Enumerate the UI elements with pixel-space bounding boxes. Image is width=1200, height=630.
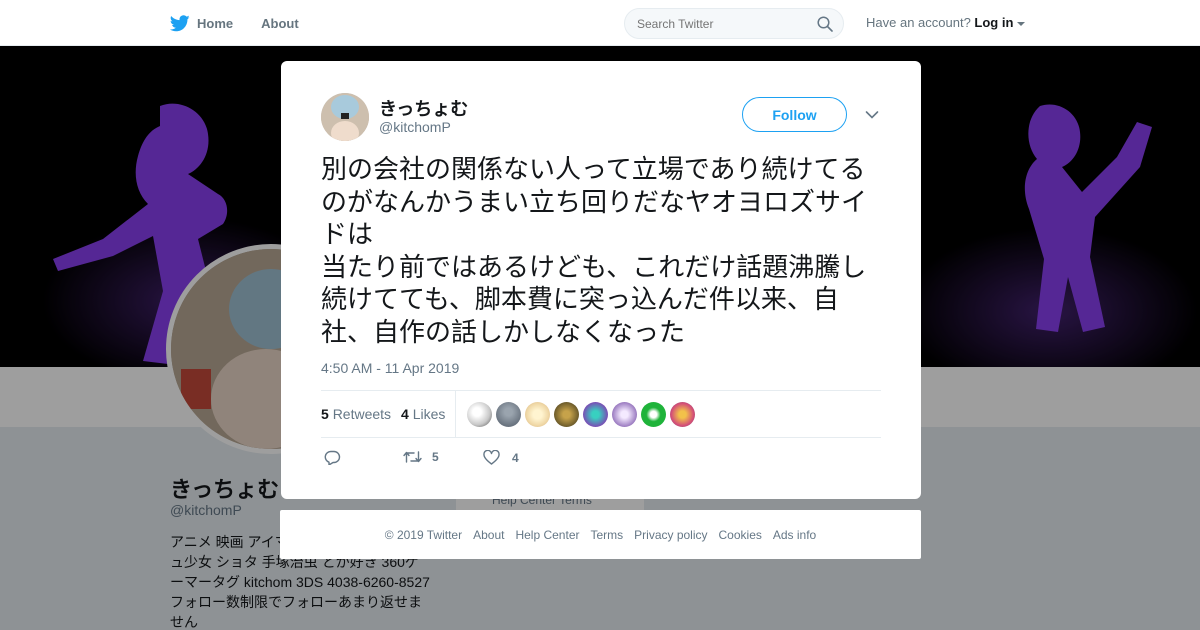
nav-about-link[interactable]: About: [261, 16, 299, 31]
chevron-down-icon[interactable]: [1017, 21, 1026, 27]
tweet-text: 別の会社の関係ない人って立場であり続けてるのがなんかうまい立ち回りだなヤオヨロズ…: [321, 154, 868, 347]
account-prompt: Have an account? Log in: [866, 15, 1026, 30]
liker-avatar[interactable]: [583, 402, 608, 427]
search-icon[interactable]: [817, 16, 833, 32]
heart-icon: [483, 450, 500, 465]
likes-stat[interactable]: 4 Likes: [401, 406, 445, 422]
liker-avatars: [467, 402, 699, 427]
like-count: 4: [512, 450, 519, 465]
liker-avatar[interactable]: [525, 402, 550, 427]
footer-link-cookies[interactable]: Cookies: [719, 528, 762, 542]
footer-link-ads-info[interactable]: Ads info: [773, 528, 816, 542]
reply-action[interactable]: [324, 450, 354, 465]
likes-label: Likes: [412, 406, 446, 422]
nav-home-label: Home: [197, 15, 234, 31]
nav-links: Home About: [170, 0, 327, 46]
top-navigation-bar: Home About Have an account? Log in: [0, 0, 1200, 46]
follow-button[interactable]: Follow: [742, 97, 847, 132]
author-handle[interactable]: @kitchomP: [379, 119, 451, 135]
login-link[interactable]: Log in: [974, 15, 1013, 30]
author-avatar-image: [321, 93, 369, 141]
footer-link-about[interactable]: About: [473, 528, 504, 542]
retweets-stat[interactable]: 5 Retweets: [321, 406, 391, 422]
modal-footer: © 2019 Twitter About Help Center Terms P…: [280, 510, 921, 559]
twitter-bird-icon: [170, 14, 190, 31]
nav-about-label: About: [261, 15, 299, 31]
retweet-action[interactable]: 5: [403, 450, 439, 464]
search-box[interactable]: [624, 8, 844, 39]
likes-count: 4: [401, 406, 409, 422]
retweets-count: 5: [321, 406, 329, 422]
tweet-stats: 5 Retweets 4 Likes: [321, 390, 881, 438]
account-prompt-text: Have an account?: [866, 15, 971, 30]
footer-copyright: © 2019 Twitter: [384, 527, 463, 542]
search-input[interactable]: [637, 17, 807, 31]
nav-home-link[interactable]: Home: [170, 14, 234, 32]
retweets-label: Retweets: [332, 406, 392, 422]
tweet-timestamp[interactable]: 4:50 AM - 11 Apr 2019: [321, 360, 459, 376]
footer-link-privacy[interactable]: Privacy policy: [634, 528, 707, 542]
retweet-count: 5: [432, 450, 439, 464]
liker-avatar[interactable]: [670, 402, 695, 427]
like-action[interactable]: 4: [483, 450, 519, 465]
chevron-down-icon[interactable]: [865, 110, 879, 120]
author-name[interactable]: きっちょむ: [379, 95, 468, 121]
liker-avatar[interactable]: [467, 402, 492, 427]
author-avatar[interactable]: [321, 93, 369, 141]
liker-avatar[interactable]: [612, 402, 637, 427]
footer-link-terms[interactable]: Terms: [590, 528, 623, 542]
tweet-modal: きっちょむ @kitchomP Follow 別の会社の関係ない人って立場であり…: [281, 61, 921, 499]
stats-divider: [455, 391, 456, 437]
liker-avatar[interactable]: [496, 402, 521, 427]
footer-link-help-center[interactable]: Help Center: [515, 528, 579, 542]
reply-icon: [324, 450, 341, 465]
close-icon[interactable]: [1155, 13, 1177, 35]
retweet-icon: [403, 451, 422, 463]
liker-avatar[interactable]: [554, 402, 579, 427]
liker-avatar[interactable]: [641, 402, 666, 427]
